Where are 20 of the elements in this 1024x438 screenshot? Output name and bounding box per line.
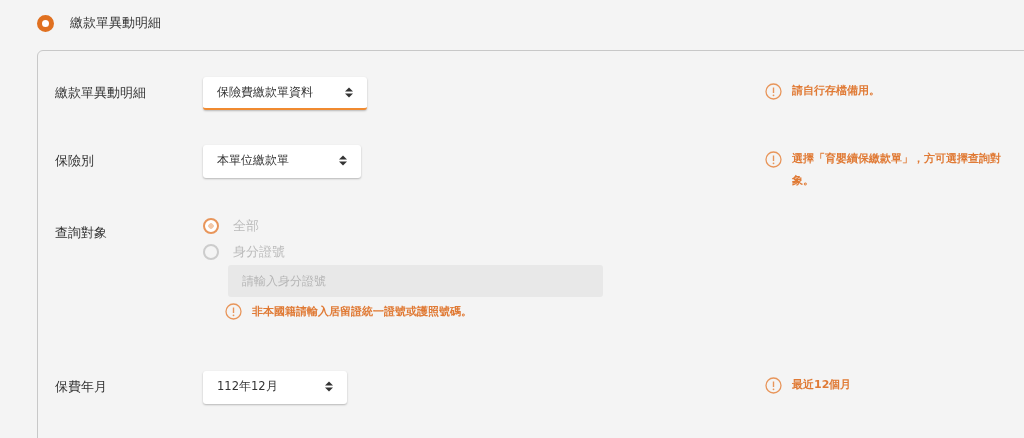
sort-caret-icon — [325, 381, 333, 392]
field-label: 查詢對象 — [55, 224, 108, 242]
note-text: 請自行存檔備用。 — [792, 83, 881, 99]
select-field[interactable]: 保險費繳款單資料 — [203, 77, 367, 110]
field-label: 繳款單異動明細 — [55, 84, 147, 102]
radio-button[interactable] — [37, 14, 54, 32]
sort-caret-icon — [345, 87, 353, 98]
select-field[interactable]: 112年12月 — [203, 371, 347, 404]
note-text: 選擇「育嬰續保繳款單」，方可選擇查詢對象。 — [792, 151, 1002, 189]
warning-icon — [765, 151, 782, 168]
field-label: 保費年月 — [55, 378, 108, 396]
warning-icon — [765, 377, 782, 394]
sort-caret-icon — [339, 155, 347, 166]
select-field[interactable]: 本單位繳款單 — [203, 145, 361, 178]
hint-text: 非本國籍請輸入居留證統一證號或護照號碼。 — [252, 304, 472, 319]
note-text: 最近12個月 — [792, 377, 853, 393]
section-label: 繳款單異動明細 — [70, 14, 161, 32]
warning-icon — [765, 83, 782, 100]
field-label: 保險別 — [55, 152, 95, 170]
warning-icon — [225, 303, 242, 320]
